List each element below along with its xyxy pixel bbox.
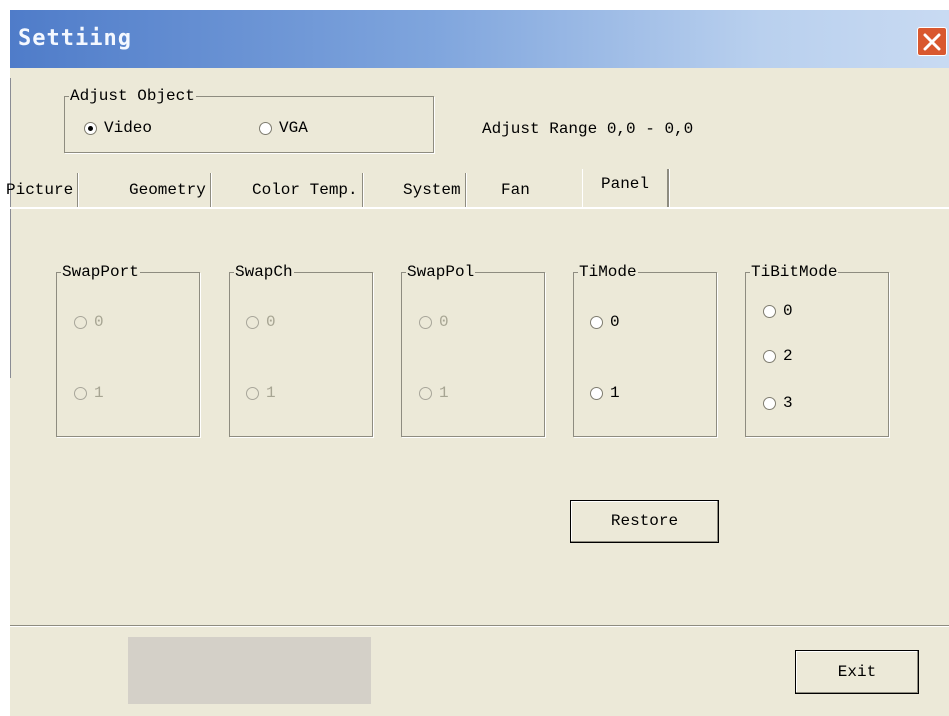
swappol-group: SwapPol bbox=[401, 263, 545, 437]
swappol-option-0-label: 0 bbox=[439, 313, 449, 331]
radio-vga[interactable]: VGA bbox=[259, 119, 308, 137]
timode-option-0-label: 0 bbox=[610, 313, 620, 331]
adjust-range: Adjust Range 0,0 - 0,0 bbox=[482, 120, 693, 138]
tibitmode-radio-0[interactable] bbox=[763, 304, 776, 318]
swapch-legend: SwapCh bbox=[235, 263, 293, 281]
tab-fan[interactable]: Fan bbox=[497, 173, 588, 207]
tibitmode-radio-2[interactable] bbox=[763, 349, 776, 363]
radio-video[interactable]: Video bbox=[84, 119, 152, 137]
swapch-radio-0[interactable] bbox=[246, 315, 259, 329]
tab-panel[interactable]: Panel bbox=[582, 169, 670, 209]
tibitmode-radio-3[interactable] bbox=[763, 396, 776, 410]
timode-group: TiMode bbox=[573, 263, 717, 437]
timode-legend: TiMode bbox=[579, 263, 637, 281]
swapch-option-0-label: 0 bbox=[266, 313, 276, 331]
radio-video-label: Video bbox=[104, 119, 153, 137]
footer-separator bbox=[10, 625, 949, 627]
tibitmode-option-2-label: 2 bbox=[783, 347, 793, 365]
title-bar[interactable]: Settiing bbox=[10, 10, 949, 68]
swappol-legend: SwapPol bbox=[407, 263, 475, 281]
swapport-radio-0[interactable] bbox=[74, 315, 87, 329]
swapport-group: SwapPort bbox=[56, 263, 200, 437]
tab-strip: Picture Geometry Color Temp. System Fan … bbox=[6, 169, 949, 209]
tibitmode-option-3[interactable]: 3 bbox=[763, 394, 793, 412]
radio-video-button[interactable] bbox=[84, 121, 97, 135]
swapch-radio-1[interactable] bbox=[246, 386, 259, 400]
swapport-option-1-label: 1 bbox=[94, 384, 104, 402]
swapport-option-1[interactable]: 1 bbox=[74, 384, 104, 402]
swapport-radio-1[interactable] bbox=[74, 386, 87, 400]
close-button[interactable] bbox=[917, 27, 947, 56]
restore-button[interactable]: Restore bbox=[570, 500, 719, 543]
swapch-option-1-label: 1 bbox=[266, 384, 276, 402]
swappol-radio-0[interactable] bbox=[419, 315, 432, 329]
radio-vga-button[interactable] bbox=[259, 121, 272, 135]
timode-option-0[interactable]: 0 bbox=[590, 313, 620, 331]
swapch-option-0[interactable]: 0 bbox=[246, 313, 276, 331]
swappol-radio-1[interactable] bbox=[419, 386, 432, 400]
tibitmode-legend: TiBitMode bbox=[751, 263, 838, 281]
exit-button[interactable]: Exit bbox=[795, 650, 919, 694]
swapch-group: SwapCh bbox=[229, 263, 373, 437]
tibitmode-option-2[interactable]: 2 bbox=[763, 347, 793, 365]
timode-radio-0[interactable] bbox=[590, 315, 603, 329]
tab-geometry[interactable]: Geometry bbox=[125, 173, 211, 207]
status-placeholder bbox=[128, 637, 371, 704]
settings-window: Settiing Adjust Object Video VGA Adjust … bbox=[6, 10, 949, 716]
adjust-range-value: 0,0 - 0,0 bbox=[606, 120, 694, 138]
adjust-range-label: Adjust Range bbox=[482, 120, 598, 138]
swappol-option-0[interactable]: 0 bbox=[419, 313, 449, 331]
tab-picture[interactable]: Picture bbox=[2, 173, 79, 207]
window-title: Settiing bbox=[18, 26, 132, 51]
swapport-option-0[interactable]: 0 bbox=[74, 313, 104, 331]
swapch-option-1[interactable]: 1 bbox=[246, 384, 276, 402]
swappol-option-1[interactable]: 1 bbox=[419, 384, 449, 402]
swappol-option-1-label: 1 bbox=[439, 384, 449, 402]
tibitmode-option-0[interactable]: 0 bbox=[763, 302, 793, 320]
close-icon bbox=[923, 33, 941, 51]
tab-system[interactable]: System bbox=[399, 173, 466, 207]
timode-radio-1[interactable] bbox=[590, 386, 603, 400]
radio-vga-label: VGA bbox=[279, 119, 308, 137]
timode-option-1-label: 1 bbox=[610, 384, 620, 402]
tibitmode-option-0-label: 0 bbox=[783, 302, 793, 320]
swapport-option-0-label: 0 bbox=[94, 313, 104, 331]
timode-option-1[interactable]: 1 bbox=[590, 384, 620, 402]
tab-color-temp[interactable]: Color Temp. bbox=[248, 173, 363, 207]
swapport-legend: SwapPort bbox=[62, 263, 139, 281]
tibitmode-option-3-label: 3 bbox=[783, 394, 793, 412]
adjust-object-legend: Adjust Object bbox=[70, 87, 195, 105]
